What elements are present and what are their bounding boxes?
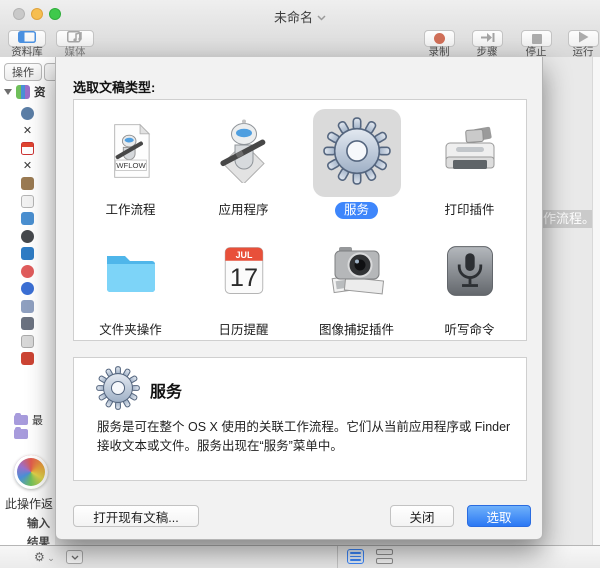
- type-dictation-command[interactable]: 听写命令: [413, 220, 526, 340]
- tab-actions[interactable]: 操作: [4, 63, 42, 81]
- clock-icon[interactable]: [21, 229, 34, 243]
- gear-menu-button[interactable]: ⚙ ⌄: [34, 550, 55, 564]
- info-row-label: 输入: [27, 518, 50, 530]
- category-icon-strip: ✕ ✕: [21, 107, 34, 365]
- record-icon: [434, 33, 445, 44]
- type-label: 服务: [334, 202, 378, 219]
- window-title: 未命名: [0, 7, 600, 26]
- smart-folder-label: 最: [32, 415, 43, 427]
- open-existing-document-button[interactable]: 打开现有文稿...: [73, 505, 199, 527]
- chevron-down-icon[interactable]: [317, 9, 326, 24]
- choose-document-type-sheet: 选取文稿类型: WFLOW 工作流程 应用程序 服务 打印插件 文件夹操作 JU…: [55, 57, 543, 540]
- service-gear-icon: [96, 366, 140, 410]
- calendar-alarm-icon: JUL 17: [214, 239, 274, 308]
- type-label: 工作流程: [105, 203, 156, 217]
- type-calendar-alarm[interactable]: JUL 17 日历提醒: [187, 220, 300, 340]
- globe-icon[interactable]: [21, 107, 34, 120]
- type-image-capture-plugin[interactable]: 图像捕捉插件: [300, 220, 413, 340]
- paint-icon[interactable]: [21, 212, 34, 225]
- action-description-text: 此操作返: [5, 497, 54, 511]
- statusbar-divider: [337, 546, 338, 568]
- svg-text:17: 17: [229, 264, 257, 292]
- type-label: 日历提醒: [218, 323, 269, 337]
- type-print-plugin[interactable]: 打印插件: [413, 100, 526, 220]
- smart-folder-icon: [14, 413, 28, 425]
- library-sidebar: 操作 资 ✕✕ 最 此操作返 输入 结果 版本 网站 版权: [0, 57, 57, 568]
- canvas-scrollbar[interactable]: [592, 57, 600, 545]
- stop-icon: [531, 33, 542, 44]
- smart-folder-row[interactable]: 最: [14, 412, 43, 428]
- type-description-panel: 服务 服务是可在整个 OS X 使用的关联工作流程。它们从当前应用程序或 Fin…: [73, 357, 527, 481]
- compass-icon[interactable]: [21, 282, 34, 295]
- library-icon: [16, 85, 30, 99]
- film-icon[interactable]: [21, 317, 34, 330]
- type-label: 文件夹操作: [99, 323, 162, 337]
- library-tree-item[interactable]: 资: [4, 84, 46, 100]
- svg-text:JUL: JUL: [235, 249, 252, 259]
- disclosure-triangle-icon[interactable]: [4, 89, 12, 95]
- pdf-icon[interactable]: [21, 352, 34, 365]
- music-icon[interactable]: [21, 264, 34, 278]
- image-capture-icon: [325, 239, 389, 308]
- type-label: 图像捕捉插件: [318, 323, 394, 337]
- collapse-panel-button[interactable]: [66, 550, 83, 564]
- svg-text:WFLOW: WFLOW: [116, 161, 146, 170]
- sheet-prompt: 选取文稿类型:: [73, 80, 156, 95]
- workflow-icon: WFLOW: [102, 119, 160, 188]
- type-label: 打印插件: [444, 203, 495, 217]
- smart-folder-row[interactable]: [14, 427, 28, 439]
- type-workflow[interactable]: WFLOW 工作流程: [74, 100, 187, 220]
- x-icon[interactable]: ✕: [21, 125, 34, 138]
- type-description-title: 服务: [150, 384, 183, 401]
- document-icon[interactable]: [21, 194, 34, 208]
- type-description-text: 服务是可在整个 OS X 使用的关联工作流程。它们从当前应用程序或 Finder…: [97, 420, 511, 453]
- list-view-toggle[interactable]: [347, 549, 364, 564]
- print-plugin-icon: [438, 119, 502, 188]
- type-folder-action[interactable]: 文件夹操作: [74, 220, 187, 340]
- choose-button[interactable]: 选取: [467, 505, 531, 527]
- titlebar-toolbar: 未命名 资料库 媒体 录制 步骤 停止 运行: [0, 0, 600, 58]
- dictation-icon: [440, 241, 500, 306]
- application-icon: [212, 119, 276, 188]
- status-bar: ⚙ ⌄: [0, 545, 600, 568]
- type-label: 听写命令: [444, 323, 495, 337]
- library-tree-label: 资: [34, 87, 46, 99]
- contacts-icon[interactable]: [21, 177, 34, 190]
- photos-icon[interactable]: [21, 299, 34, 313]
- document-type-grid: WFLOW 工作流程 应用程序 服务 打印插件 文件夹操作 JUL 17 日历提…: [73, 99, 527, 341]
- service-icon: [323, 117, 391, 190]
- type-application[interactable]: 应用程序: [187, 100, 300, 220]
- text-icon[interactable]: [21, 334, 34, 348]
- type-label: 应用程序: [218, 203, 269, 217]
- type-service[interactable]: 服务: [300, 100, 413, 220]
- keynote-icon[interactable]: [21, 247, 34, 260]
- calendar-icon[interactable]: [21, 142, 34, 155]
- smart-folder-icon: [14, 427, 28, 439]
- action-info-icon: [14, 455, 48, 489]
- close-button[interactable]: 关闭: [390, 505, 454, 527]
- x-icon[interactable]: ✕: [21, 160, 34, 173]
- automator-window: 未命名 资料库 媒体 录制 步骤 停止 运行 作流程。 操作 资 ✕ ✕ 最 此…: [0, 0, 600, 568]
- canvas-placeholder-text: 作流程。: [543, 210, 593, 228]
- rows-view-toggle[interactable]: [376, 549, 393, 564]
- folder-action-icon: [99, 239, 163, 308]
